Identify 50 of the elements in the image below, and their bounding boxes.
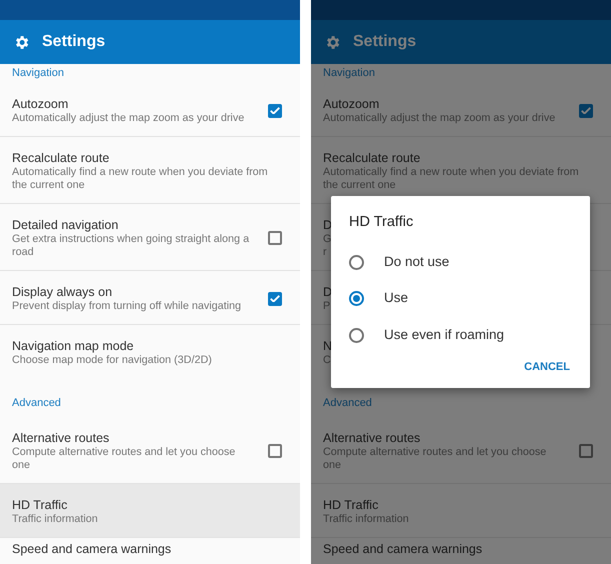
settings-row[interactable]: Speed and camera warnings bbox=[0, 538, 300, 557]
settings-row[interactable]: HD Traffic Traffic information bbox=[0, 484, 300, 538]
setting-title: HD Traffic bbox=[12, 497, 68, 513]
section-header: Navigation bbox=[322, 66, 376, 81]
screen-title: Settings bbox=[353, 32, 416, 52]
setting-title: HD Traffic bbox=[323, 497, 380, 513]
setting-description: Choose map mode for navigation (3D/2D) bbox=[12, 354, 213, 367]
setting-title: Speed and camera warnings bbox=[323, 542, 484, 557]
section-header: Advanced bbox=[11, 396, 62, 411]
setting-title: Speed and camera warnings bbox=[12, 542, 172, 557]
setting-description: G r bbox=[323, 233, 332, 259]
setting-description: Automatically find a new route when you deviate from the current one bbox=[12, 166, 269, 192]
settings-row[interactable]: Autozoom Automatically adjust the map zoom as your drive bbox=[311, 83, 611, 137]
setting-title: Alternative routes bbox=[12, 430, 110, 446]
settings-row[interactable]: Detailed navigation Get extra instructions when going straight along a road bbox=[0, 204, 300, 271]
settings-row[interactable]: HD Traffic Traffic information bbox=[311, 484, 611, 538]
settings-row[interactable]: Autozoom Automatically adjust the map zoom as your drive bbox=[0, 83, 300, 137]
settings-row[interactable]: Speed and camera warnings bbox=[311, 538, 611, 557]
option-label: Use bbox=[384, 289, 408, 308]
setting-title: Detailed navigation bbox=[12, 217, 120, 233]
section-header: Navigation bbox=[11, 66, 65, 81]
setting-description: Automatically adjust the map zoom as your drive bbox=[12, 112, 246, 125]
setting-description: Prevent display from turning off while navigating bbox=[12, 300, 242, 313]
setting-description: Traffic information bbox=[323, 513, 410, 526]
setting-description: C bbox=[323, 354, 332, 367]
option-label: Do not use bbox=[384, 252, 450, 271]
settings-row[interactable]: Display always on Prevent display from turning off while navigating bbox=[0, 271, 300, 325]
settings-row[interactable]: Navigation map mode Choose map mode for navigation (3D/2D) bbox=[0, 325, 300, 378]
setting-title: Autozoom bbox=[12, 96, 70, 112]
setting-title: Navigation map mode bbox=[12, 338, 135, 354]
dialog-title: HD Traffic bbox=[349, 213, 414, 232]
section-header: Advanced bbox=[322, 396, 373, 411]
setting-title: Alternative routes bbox=[323, 430, 422, 446]
cancel-button[interactable]: CANCEL bbox=[522, 355, 572, 380]
setting-description: Automatically adjust the map zoom as your drive bbox=[323, 112, 556, 125]
setting-title: Recalculate route bbox=[12, 150, 110, 166]
setting-description: Traffic information bbox=[12, 513, 99, 526]
settings-row[interactable]: Alternative routes Compute alternative routes and let you choose one bbox=[311, 417, 611, 484]
setting-description: Compute alternative routes and let you choose one bbox=[12, 446, 236, 472]
setting-description: P bbox=[323, 300, 332, 313]
setting-description: Compute alternative routes and let you choose one bbox=[323, 446, 548, 472]
setting-title: N bbox=[323, 338, 332, 354]
setting-title: Autozoom bbox=[323, 96, 380, 112]
screen-title: Settings bbox=[42, 32, 106, 52]
setting-description: Get extra instructions when going straight along a road bbox=[12, 233, 250, 259]
setting-title: Recalculate route bbox=[323, 150, 422, 166]
setting-description: Automatically find a new route when you deviate from the current one bbox=[323, 166, 580, 192]
setting-title: Display always on bbox=[12, 284, 114, 300]
option-label: Use even if roaming bbox=[384, 326, 504, 344]
settings-row[interactable]: Recalculate route Automatically find a new route when you deviate from the current one bbox=[0, 137, 300, 204]
